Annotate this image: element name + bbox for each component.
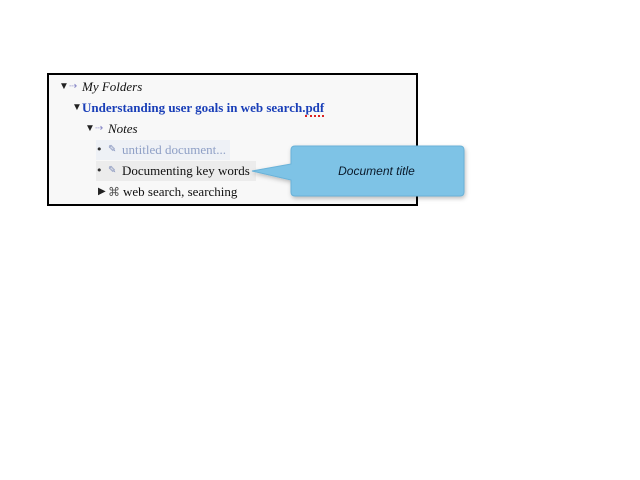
link-arrow-icon: ⇢ — [95, 123, 104, 134]
keywords-row[interactable]: ▶ ⌘ web search, searching — [98, 182, 237, 202]
folder-row-notes[interactable]: ▼⇢ Notes — [85, 119, 138, 139]
document-title-text: Understanding user goals in web search. — [82, 100, 306, 115]
pencil-icon: ✎ — [108, 144, 117, 155]
bullet-icon: • — [96, 164, 103, 177]
pencil-icon: ✎ — [108, 165, 117, 176]
note-label: untitled document... — [122, 142, 226, 157]
canvas: ▼⇢ My Folders ▼Understanding user goals i… — [0, 0, 640, 480]
disclosure-triangle-right-icon[interactable]: ▶ — [98, 182, 108, 202]
folder-label: My Folders — [82, 79, 143, 94]
callout-bubble: Document title — [251, 145, 465, 197]
folder-row-my-folders[interactable]: ▼⇢ My Folders — [59, 77, 142, 97]
note-item-untitled[interactable]: • ✎ untitled document... — [96, 140, 230, 160]
callout-text: Document title — [338, 164, 415, 178]
document-title: Understanding user goals in web search.p… — [82, 100, 325, 117]
document-row[interactable]: ▼Understanding user goals in web search.… — [72, 98, 325, 118]
disclosure-triangle-icon[interactable]: ▼ — [85, 119, 95, 139]
link-arrow-icon: ⇢ — [69, 81, 78, 92]
disclosure-triangle-icon[interactable]: ▼ — [72, 98, 82, 118]
note-item-documenting-key-words[interactable]: • ✎ Documenting key words — [96, 161, 256, 181]
folder-label: Notes — [108, 121, 138, 136]
command-icon: ⌘ — [108, 185, 120, 199]
note-label: Documenting key words — [122, 163, 250, 178]
document-extension: pdf — [305, 100, 325, 117]
keywords-label: web search, searching — [123, 184, 238, 199]
bullet-icon: • — [96, 143, 103, 156]
disclosure-triangle-icon[interactable]: ▼ — [59, 77, 69, 97]
